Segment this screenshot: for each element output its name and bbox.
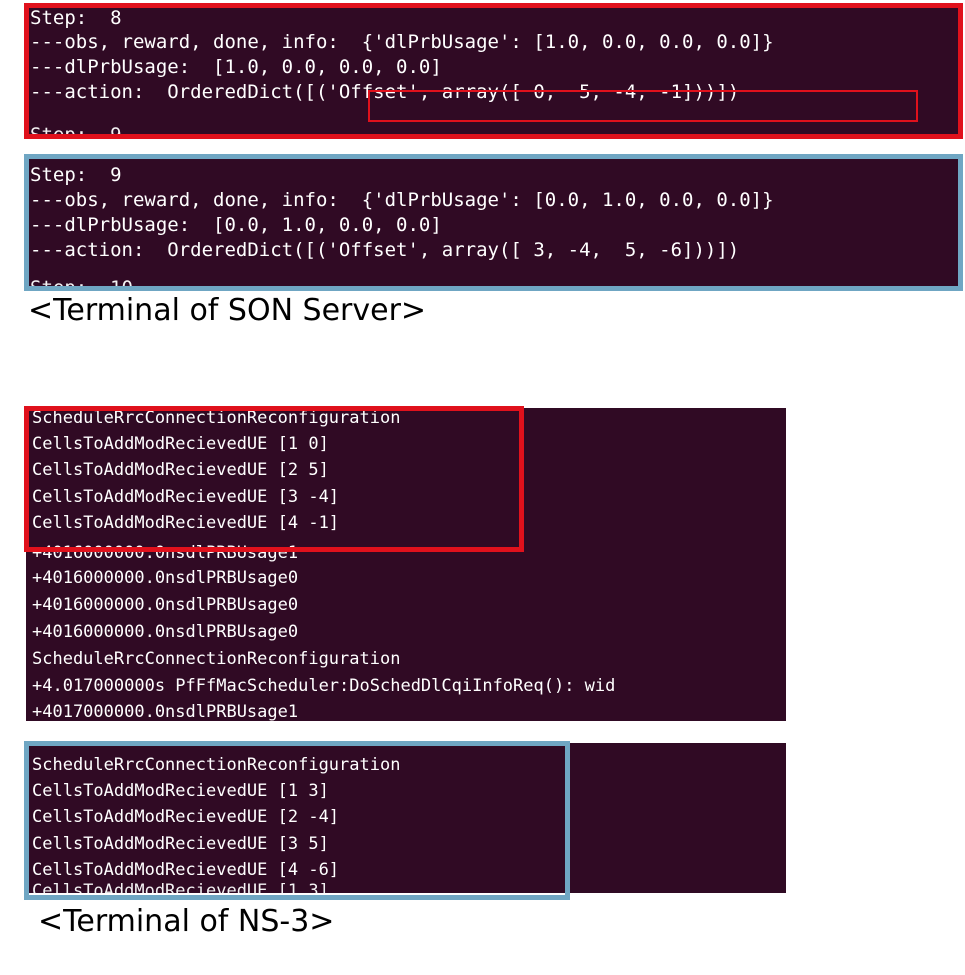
son-terminal-step8: Step: 8 ---obs, reward, done, info: {'dl… xyxy=(26,5,961,136)
terminal-line: ScheduleRrcConnectionReconfiguration xyxy=(32,408,401,428)
terminal-line: ---dlPrbUsage: [0.0, 1.0, 0.0, 0.0] xyxy=(30,214,442,236)
terminal-line: CellsToAddModRecievedUE [2 5] xyxy=(32,460,329,480)
terminal-line: Step: 8 xyxy=(30,7,122,29)
terminal-line: CellsToAddModRecievedUE [4 -6] xyxy=(32,860,340,880)
terminal-line: ---obs, reward, done, info: {'dlPrbUsage… xyxy=(30,189,774,211)
terminal-line: CellsToAddModRecievedUE [3 5] xyxy=(32,834,329,854)
terminal-line: +4016000000.0nsdlPRBUsage0 xyxy=(32,568,299,588)
terminal-line-cut: Step: 9 xyxy=(30,124,122,136)
terminal-line: CellsToAddModRecievedUE [3 -4] xyxy=(32,487,340,507)
terminal-line: ---action: OrderedDict([('Offset', array… xyxy=(30,239,740,261)
ns3-terminal-top: ScheduleRrcConnectionReconfiguration Cel… xyxy=(26,408,786,721)
terminal-line-cut: CellsToAddModRecievedUE [1 3] xyxy=(32,881,329,893)
terminal-line: Step: 9 xyxy=(30,164,122,186)
terminal-line: CellsToAddModRecievedUE [4 -1] xyxy=(32,513,340,533)
terminal-line: +4.017000000s PfFfMacScheduler:DoSchedDl… xyxy=(32,676,616,696)
terminal-line: ---obs, reward, done, info: {'dlPrbUsage… xyxy=(30,31,774,53)
terminal-line: ---dlPrbUsage: [1.0, 0.0, 0.0, 0.0] xyxy=(30,56,442,78)
terminal-line-cut: Step: 10 xyxy=(30,277,133,289)
terminal-line: +4016000000.0nsdlPRBUsage1 xyxy=(32,543,299,563)
ns3-caption: <Terminal of NS-3> xyxy=(38,904,335,939)
ns3-terminal-bottom: ScheduleRrcConnectionReconfiguration Cel… xyxy=(26,743,786,893)
terminal-line: ScheduleRrcConnectionReconfiguration xyxy=(32,755,401,775)
terminal-line: CellsToAddModRecievedUE [1 3] xyxy=(32,781,329,801)
terminal-line: +4017000000.0nsdlPRBUsage1 xyxy=(32,702,299,721)
terminal-line: CellsToAddModRecievedUE [2 -4] xyxy=(32,807,340,827)
son-server-caption: <Terminal of SON Server> xyxy=(28,293,427,328)
terminal-line: ---action: OrderedDict([('Offset', array… xyxy=(30,81,740,103)
terminal-line: CellsToAddModRecievedUE [1 0] xyxy=(32,434,329,454)
terminal-line: +4016000000.0nsdlPRBUsage0 xyxy=(32,595,299,615)
terminal-line: ScheduleRrcConnectionReconfiguration xyxy=(32,649,401,669)
son-terminal-step9: Step: 9 ---obs, reward, done, info: {'dl… xyxy=(26,156,961,289)
terminal-line: +4016000000.0nsdlPRBUsage0 xyxy=(32,622,299,642)
